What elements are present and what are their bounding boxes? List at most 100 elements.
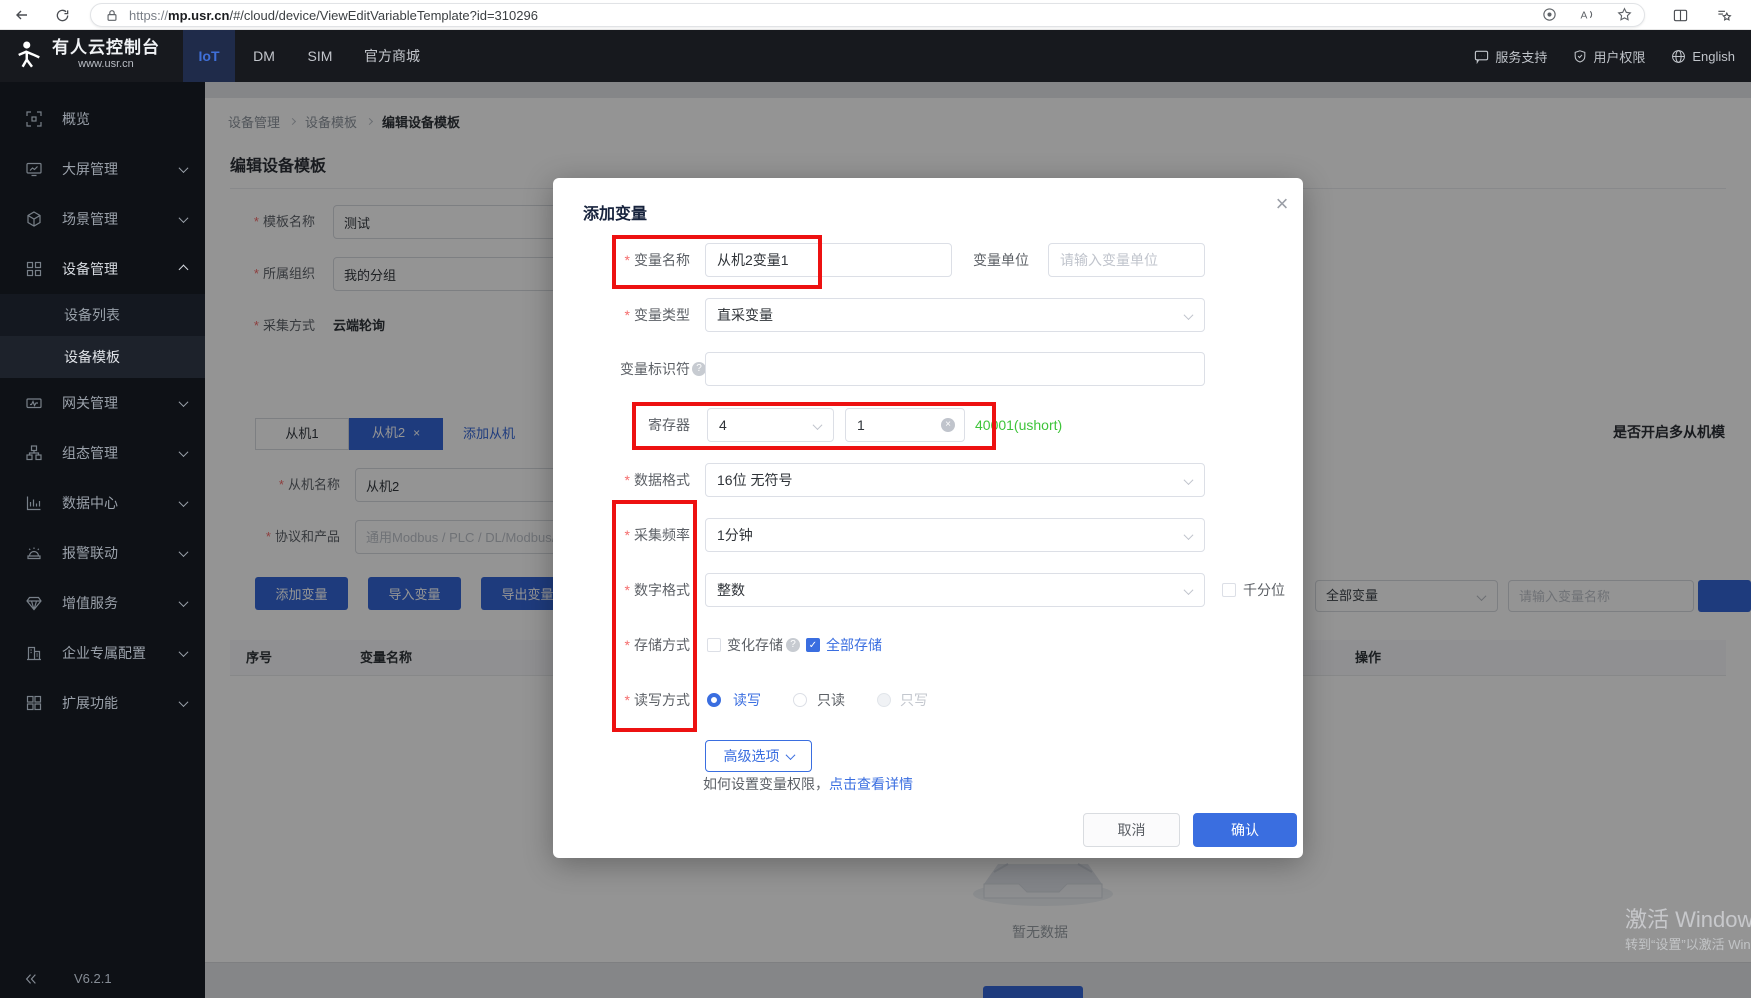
device-icon (26, 261, 42, 277)
change-storage-checkbox[interactable] (707, 638, 721, 652)
nav-tab-iot[interactable]: IoT (183, 30, 235, 82)
register-hint: 40001(ushort) (975, 408, 1062, 442)
browser-refresh-icon[interactable] (50, 3, 74, 27)
sidebar-item-extension[interactable]: 扩展功能 (0, 678, 205, 728)
split-screen-icon[interactable] (1668, 3, 1692, 27)
variable-type-label: 变量类型 (553, 298, 690, 332)
collapse-sidebar-icon[interactable] (24, 972, 38, 986)
chevron-down-icon (179, 213, 189, 223)
sidebar-item-alarm[interactable]: 报警联动 (0, 528, 205, 578)
chevron-down-icon (785, 750, 795, 760)
collections-icon[interactable] (1712, 3, 1736, 27)
browser-back-icon[interactable] (10, 3, 34, 27)
browser-toolbar: https://mp.usr.cn/#/cloud/device/ViewEdi… (0, 0, 1751, 30)
collect-frequency-label: 采集频率 (553, 518, 690, 552)
chevron-down-icon (1184, 310, 1194, 320)
chevron-down-icon (1184, 530, 1194, 540)
building-icon (26, 645, 42, 661)
help-icon[interactable] (786, 638, 800, 652)
data-format-select[interactable]: 16位 无符号 (705, 463, 1205, 497)
data-format-label: 数据格式 (553, 463, 690, 497)
confirm-button[interactable]: 确认 (1193, 813, 1297, 847)
all-storage-label: 全部存储 (826, 628, 882, 662)
variable-unit-input[interactable] (1048, 243, 1205, 277)
sidebar-item-device-list[interactable]: 设备列表 (0, 294, 205, 336)
sidebar-item-device-template[interactable]: 设备模板 (0, 336, 205, 378)
permission-helper: 如何设置变量权限，点击查看详情 (703, 774, 913, 794)
top-nav: 有人云控制台 www.usr.cn IoT DM SIM 官方商城 服务支持 用… (0, 30, 1751, 82)
nav-tab-dm[interactable]: DM (240, 30, 288, 82)
identifier-label: 变量标识符 (553, 352, 690, 386)
write-only-label: 只写 (900, 683, 928, 717)
usr-logo-icon (14, 38, 44, 70)
number-format-select[interactable]: 整数 (705, 573, 1205, 607)
row-variable-name: 变量名称 变量单位 (553, 243, 1303, 277)
cancel-button[interactable]: 取消 (1083, 813, 1180, 847)
all-storage-checkbox[interactable] (806, 638, 820, 652)
bigscreen-icon (26, 161, 42, 177)
chevron-down-icon (813, 420, 823, 430)
nav-support[interactable]: 服务支持 (1474, 47, 1547, 66)
gateway-icon (26, 395, 42, 411)
sidebar-item-overview[interactable]: 概览 (0, 94, 205, 144)
register-type-select[interactable]: 4 (707, 408, 834, 442)
read-write-label: 读写 (733, 683, 761, 717)
sidebar-item-bigscreen[interactable]: 大屏管理 (0, 144, 205, 194)
collect-frequency-select[interactable]: 1分钟 (705, 518, 1205, 552)
variable-name-label: 变量名称 (553, 243, 690, 277)
nav-tab-shop[interactable]: 官方商城 (352, 30, 432, 82)
favorite-star-icon[interactable] (1617, 7, 1632, 25)
data-chart-icon (26, 495, 42, 511)
nav-user-rights[interactable]: 用户权限 (1573, 47, 1645, 66)
row-variable-type: 变量类型 直采变量 (553, 298, 1303, 332)
thousand-separator-checkbox[interactable] (1222, 583, 1236, 597)
windows-activation-watermark: 激活 Windows (1625, 902, 1751, 934)
version-label: V6.2.1 (74, 971, 112, 986)
sidebar-item-enterprise[interactable]: 企业专属配置 (0, 628, 205, 678)
main-content: 设备管理 设备模板 编辑设备模板 编辑设备模板 模板名称 所属组织 采集方式 云… (205, 82, 1751, 998)
read-only-radio[interactable] (793, 693, 807, 707)
row-identifier: 变量标识符 (553, 352, 1303, 386)
address-bar[interactable]: https://mp.usr.cn/#/cloud/device/ViewEdi… (90, 3, 1645, 27)
chevron-down-icon (1184, 475, 1194, 485)
advanced-options-button[interactable]: 高级选项 (705, 740, 812, 772)
view-details-link[interactable]: 点击查看详情 (829, 776, 913, 792)
help-icon[interactable] (692, 362, 706, 376)
dialog-title: 添加变量 (583, 200, 647, 224)
url-text: https://mp.usr.cn/#/cloud/device/ViewEdi… (129, 8, 538, 23)
chevron-down-icon (179, 163, 189, 173)
sidebar: 概览 大屏管理 场景管理 设备管理 设备列表 设备模板 网关管理 组态管理 数据 (0, 82, 205, 998)
row-data-format: 数据格式 16位 无符号 (553, 463, 1303, 497)
register-label: 寄存器 (553, 408, 690, 442)
identifier-input[interactable] (705, 352, 1205, 386)
chevron-down-icon (179, 497, 189, 507)
scada-icon (26, 445, 42, 461)
brand-title: 有人云控制台 (52, 38, 160, 58)
read-write-radio[interactable] (707, 693, 721, 707)
sidebar-item-gateway[interactable]: 网关管理 (0, 378, 205, 428)
scene-icon (26, 211, 42, 227)
brand-logo[interactable]: 有人云控制台 www.usr.cn (14, 38, 160, 71)
chevron-down-icon (179, 647, 189, 657)
shield-icon (1573, 49, 1587, 64)
sidebar-item-datacenter[interactable]: 数据中心 (0, 478, 205, 528)
read-write-mode-label: 读写方式 (553, 683, 690, 717)
row-read-write-mode: 读写方式 读写 只读 只写 (553, 683, 1303, 717)
sidebar-item-device[interactable]: 设备管理 (0, 244, 205, 294)
sidebar-item-scada[interactable]: 组态管理 (0, 428, 205, 478)
app-screen: https://mp.usr.cn/#/cloud/device/ViewEdi… (0, 0, 1751, 998)
read-aloud-icon[interactable]: A (1579, 7, 1595, 25)
nav-tab-sim[interactable]: SIM (294, 30, 346, 82)
row-number-format: 数字格式 整数 千分位 (553, 573, 1303, 607)
location-icon[interactable] (1542, 7, 1557, 25)
chat-icon (1474, 49, 1489, 64)
write-only-radio[interactable] (877, 693, 891, 707)
sidebar-item-vas[interactable]: 增值服务 (0, 578, 205, 628)
gem-icon (26, 595, 42, 611)
nav-language[interactable]: English (1671, 49, 1735, 64)
variable-type-select[interactable]: 直采变量 (705, 298, 1205, 332)
sidebar-item-scene[interactable]: 场景管理 (0, 194, 205, 244)
row-register: 寄存器 4 40001(ushort) (553, 408, 1303, 442)
close-icon[interactable] (1270, 192, 1294, 216)
clear-icon[interactable] (941, 418, 955, 432)
